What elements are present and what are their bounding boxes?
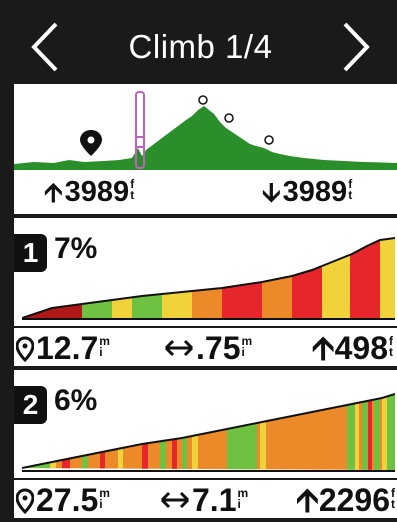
climb-length: .75m i: [164, 330, 252, 366]
climb-marker: [224, 113, 234, 123]
elevation-unit: ft: [130, 177, 135, 202]
climb-marker: [264, 135, 274, 145]
climb-ascent: 🡩2296f t: [296, 482, 395, 518]
elevation-unit: ft: [348, 177, 353, 202]
horizontal-arrows-icon: [160, 491, 190, 509]
header-bar: Climb 1/4: [14, 12, 387, 82]
down-arrow-icon: 🡫: [262, 177, 281, 207]
horizontal-arrows-icon: [164, 339, 194, 357]
climb-grade: 7%: [54, 232, 98, 265]
distance-unit: mi: [99, 486, 110, 511]
distance-to-climb-value: 27.5: [36, 482, 99, 518]
location-pin-icon: [16, 488, 34, 514]
distance-to-climb: 12.7m i: [16, 330, 110, 366]
total-ascent: 🡩3989f t: [44, 175, 134, 209]
total-descent-value: 3989: [282, 176, 348, 208]
climb-card-2[interactable]: 2 6% 27.5m i 7.1m i 🡩2296f t: [14, 370, 397, 518]
course-overview-panel[interactable]: 🡩3989f t 🡫3989f t: [14, 84, 397, 214]
climb-length: 7.1m i: [160, 482, 248, 518]
climb-marker: [198, 95, 208, 105]
climb-stats: 12.7m i .75m i 🡩498f t: [14, 328, 397, 366]
location-pin-icon: [16, 336, 34, 362]
next-climb-button[interactable]: [331, 18, 379, 76]
climb-number-badge: 1: [14, 234, 47, 272]
climb-screen: Climb 1/4 🡩3989f t 🡫3989f t 1 7% 12.7m i…: [0, 0, 397, 522]
course-profile-fill: [14, 106, 397, 176]
climb-length-value: .75: [196, 330, 241, 366]
up-arrow-icon: 🡩: [44, 177, 63, 207]
climb-ascent-value: 2296: [318, 482, 390, 518]
climb-number-badge: 2: [14, 386, 47, 424]
climb-card-1[interactable]: 1 7% 12.7m i .75m i 🡩498f t: [14, 218, 397, 366]
ascent-unit: ft: [389, 334, 393, 359]
climb-stats: 27.5m i 7.1m i 🡩2296f t: [14, 480, 397, 518]
length-unit: mi: [237, 486, 249, 511]
total-descent: 🡫3989f t: [262, 175, 352, 209]
length-unit: mi: [241, 334, 253, 359]
climb-ascent: 🡩498f t: [312, 330, 393, 366]
up-arrow-icon: 🡩: [311, 330, 335, 366]
up-arrow-icon: 🡩: [295, 482, 319, 518]
climb-grade: 6%: [54, 384, 98, 417]
distance-to-climb-value: 12.7: [36, 330, 99, 366]
total-ascent-value: 3989: [64, 176, 130, 208]
distance-unit: mi: [99, 334, 110, 359]
climb-length-value: 7.1: [192, 482, 237, 518]
climb-ascent-value: 498: [334, 330, 388, 366]
distance-to-climb: 27.5m i: [16, 482, 110, 518]
location-pin-icon: [80, 130, 102, 156]
course-elevation-profile: [14, 91, 397, 176]
ascent-unit: ft: [391, 486, 395, 511]
chevron-right-icon: [343, 22, 370, 72]
